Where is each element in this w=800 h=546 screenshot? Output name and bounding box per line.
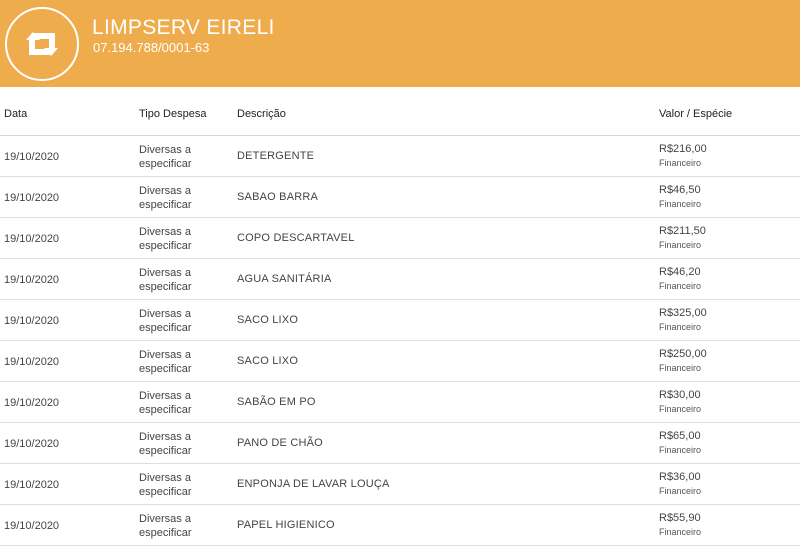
expense-type: Diversas a especificar [139, 144, 192, 170]
expense-description: SABAO BARRA [237, 191, 319, 203]
company-name: LIMPSERV EIRELI [92, 16, 275, 39]
expense-date: 19/10/2020 [4, 479, 60, 491]
expense-amount: R$325,00 [659, 307, 707, 319]
table-header: Data Tipo Despesa Descrição Valor / Espé… [0, 88, 800, 136]
expense-type: Diversas a especificar [139, 513, 192, 539]
expense-value: R$65,00 Financeiro [659, 429, 701, 457]
table-row: 19/10/2020 Diversas a especificar SACO LIX… [0, 341, 800, 382]
expense-value: R$250,00 Financeiro [659, 347, 707, 375]
expense-description: ENPONJA DE LAVAR LOUÇA [237, 478, 390, 490]
expense-species: Financeiro [659, 240, 702, 250]
expense-type: Diversas a especificar [139, 267, 192, 293]
retweet-arrows-icon [26, 32, 58, 56]
expense-type: Diversas a especificar [139, 431, 192, 457]
expense-description: SABÃO EM PO [237, 396, 316, 408]
expense-type: Diversas a especificar [139, 185, 192, 211]
expense-species: Financeiro [659, 363, 702, 373]
expense-type: Diversas a especificar [139, 308, 192, 334]
company-cnpj: 07.194.788/0001-63 [93, 40, 210, 55]
table-row: 19/10/2020 Diversas a especificar ENPONJA … [0, 464, 800, 505]
expenses-table: Data Tipo Despesa Descrição Valor / Espé… [0, 88, 800, 546]
company-logo [5, 7, 79, 81]
table-row: 19/10/2020 Diversas a especificar PAPEL HI… [0, 505, 800, 546]
expense-species: Financeiro [659, 527, 702, 537]
expense-value: R$55,90 Financeiro [659, 511, 701, 539]
expense-description: PAPEL HIGIENICO [237, 519, 335, 531]
expense-amount: R$36,00 [659, 471, 701, 483]
table-row: 19/10/2020 Diversas a especificar SACO LIX… [0, 300, 800, 341]
table-row: 19/10/2020 Diversas a especificar SABAO BA… [0, 177, 800, 218]
company-header: LIMPSERV EIRELI 07.194.788/0001-63 [0, 0, 800, 87]
table-body: 19/10/2020 Diversas a especificar DETERGEN… [0, 136, 800, 546]
expense-amount: R$46,20 [659, 266, 701, 278]
table-row: 19/10/2020 Diversas a especificar DETERGEN… [0, 136, 800, 177]
expense-species: Financeiro [659, 404, 702, 414]
expense-date: 19/10/2020 [4, 233, 60, 245]
expense-species: Financeiro [659, 486, 702, 496]
expense-type: Diversas a especificar [139, 472, 192, 498]
expense-amount: R$65,00 [659, 430, 701, 442]
table-row: 19/10/2020 Diversas a especificar SABÃO EM… [0, 382, 800, 423]
expense-amount: R$55,90 [659, 512, 701, 524]
expense-amount: R$211,50 [659, 225, 706, 237]
expense-value: R$46,50 Financeiro [659, 183, 701, 211]
expense-type: Diversas a especificar [139, 349, 192, 375]
expense-value: R$325,00 Financeiro [659, 306, 707, 334]
expense-type: Diversas a especificar [139, 226, 192, 252]
expense-species: Financeiro [659, 281, 702, 291]
table-row: 19/10/2020 Diversas a especificar AGUA SAN… [0, 259, 800, 300]
expense-amount: R$30,00 [659, 389, 701, 401]
column-header-type: Tipo Despesa [139, 108, 207, 120]
expense-amount: R$46,50 [659, 184, 701, 196]
expense-date: 19/10/2020 [4, 438, 60, 450]
expense-amount: R$250,00 [659, 348, 707, 360]
expense-date: 19/10/2020 [4, 192, 60, 204]
expense-date: 19/10/2020 [4, 397, 60, 409]
expense-value: R$46,20 Financeiro [659, 265, 701, 293]
expense-species: Financeiro [659, 322, 702, 332]
expense-species: Financeiro [659, 199, 702, 209]
column-header-description: Descrição [237, 108, 286, 120]
expense-value: R$216,00 Financeiro [659, 142, 707, 170]
expense-description: COPO DESCARTAVEL [237, 232, 355, 244]
table-row: 19/10/2020 Diversas a especificar PANO DE … [0, 423, 800, 464]
column-header-value: Valor / Espécie [659, 108, 733, 120]
expense-date: 19/10/2020 [4, 356, 60, 368]
expense-value: R$211,50 Financeiro [659, 224, 706, 252]
expense-date: 19/10/2020 [4, 274, 60, 286]
expense-amount: R$216,00 [659, 143, 707, 155]
column-header-date: Data [4, 108, 28, 120]
expense-species: Financeiro [659, 445, 702, 455]
expense-date: 19/10/2020 [4, 520, 60, 532]
expense-description: AGUA SANITÁRIA [237, 273, 332, 285]
expense-value: R$36,00 Financeiro [659, 470, 701, 498]
expense-type: Diversas a especificar [139, 390, 192, 416]
expense-value: R$30,00 Financeiro [659, 388, 701, 416]
expense-date: 19/10/2020 [4, 151, 60, 163]
table-row: 19/10/2020 Diversas a especificar COPO DES… [0, 218, 800, 259]
expense-description: SACO LIXO [237, 314, 299, 326]
expense-description: PANO DE CHÃO [237, 437, 323, 449]
expense-species: Financeiro [659, 158, 702, 168]
expense-date: 19/10/2020 [4, 315, 60, 327]
expense-description: DETERGENTE [237, 150, 315, 162]
expense-description: SACO LIXO [237, 355, 299, 367]
